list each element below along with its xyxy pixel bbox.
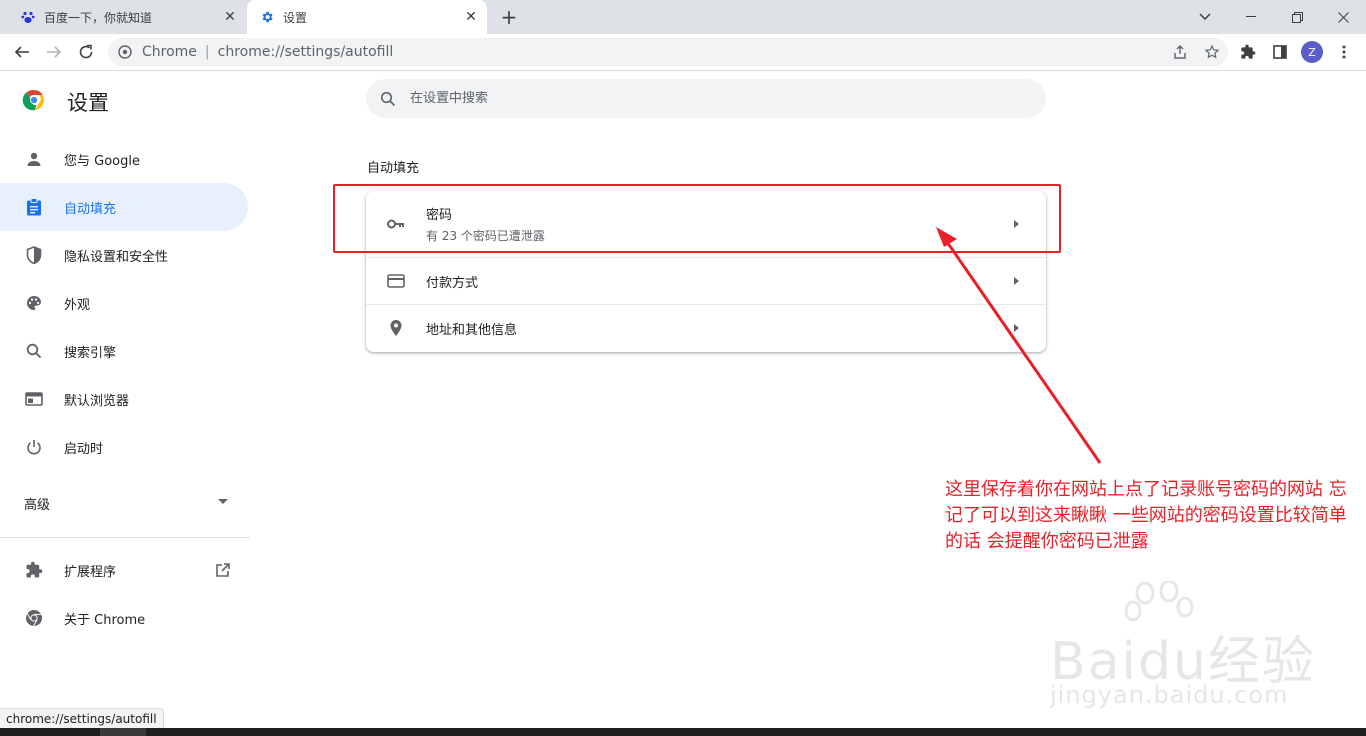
chrome-outline-icon xyxy=(24,608,44,628)
tab-settings[interactable]: 设置 ✕ xyxy=(247,0,487,34)
sidebar-item-privacy[interactable]: 隐私设置和安全性 xyxy=(0,231,248,279)
shield-icon xyxy=(24,245,44,265)
open-in-new-icon xyxy=(214,561,232,579)
forward-icon[interactable] xyxy=(40,38,68,66)
row-addresses[interactable]: 地址和其他信息 xyxy=(366,305,1046,351)
back-icon[interactable] xyxy=(8,38,36,66)
baidu-paw-icon xyxy=(20,9,36,25)
sidebar-item-label: 隐私设置和安全性 xyxy=(64,249,169,265)
settings-search[interactable] xyxy=(366,79,1046,118)
avatar: Z xyxy=(1301,41,1323,63)
close-tab-icon[interactable]: ✕ xyxy=(461,7,481,27)
search-input[interactable] xyxy=(410,91,1010,106)
baidu-jingyan-watermark: Baidu经验 jingyan.baidu.com xyxy=(1040,581,1340,711)
row-title: 付款方式 xyxy=(426,275,479,291)
extensions-puzzle-icon xyxy=(24,560,44,580)
divider xyxy=(0,537,250,538)
section-title: 自动填充 xyxy=(367,161,420,176)
annotation-highlight-box xyxy=(333,184,1061,253)
row-payment-methods[interactable]: 付款方式 xyxy=(366,258,1046,304)
sidebar-item-extensions[interactable]: 扩展程序 xyxy=(0,546,248,594)
sidebar-item-search-engine[interactable]: 搜索引擎 xyxy=(0,327,248,375)
chrome-page-icon xyxy=(118,44,134,60)
menu-kebab-icon[interactable] xyxy=(1330,38,1358,66)
tab-strip: 百度一下，你就知道 ✕ 设置 ✕ + xyxy=(0,0,1366,34)
location-pin-icon xyxy=(386,318,406,338)
sidebar-item-default-browser[interactable]: 默认浏览器 xyxy=(0,375,248,423)
search-icon xyxy=(24,341,44,361)
sidebar-item-label: 自动填充 xyxy=(64,201,117,217)
watermark-sub: jingyan.baidu.com xyxy=(1050,681,1289,709)
tab-search-chevron-icon[interactable] xyxy=(1182,0,1228,34)
sidebar-item-label: 默认浏览器 xyxy=(64,393,130,409)
palette-icon xyxy=(24,293,44,313)
profile-avatar[interactable]: Z xyxy=(1298,38,1326,66)
status-bubble: chrome://settings/autofill xyxy=(0,708,164,730)
row-title: 地址和其他信息 xyxy=(426,322,518,338)
close-icon[interactable] xyxy=(1320,0,1366,34)
extensions-puzzle-icon[interactable] xyxy=(1234,38,1262,66)
sidebar-item-on-startup[interactable]: 启动时 xyxy=(0,423,248,471)
sidebar-item-autofill[interactable]: 自动填充 xyxy=(0,183,248,231)
reload-icon[interactable] xyxy=(72,38,100,66)
tab-title: 设置 xyxy=(283,10,308,25)
page-title: 设置 xyxy=(67,91,109,115)
address-bar[interactable]: Chrome | chrome://settings/autofill xyxy=(108,38,1228,66)
credit-card-icon xyxy=(386,271,406,291)
sidebar-item-label: 您与 Google xyxy=(64,153,140,169)
taskbar-button[interactable] xyxy=(100,728,146,736)
arrow-right-icon xyxy=(1014,277,1019,285)
sidebar-item-label: 外观 xyxy=(64,297,91,313)
tab-baidu[interactable]: 百度一下，你就知道 ✕ xyxy=(8,0,246,34)
url-text: chrome://settings/autofill xyxy=(217,44,394,60)
power-icon xyxy=(24,437,44,457)
side-panel-icon[interactable] xyxy=(1266,38,1294,66)
sidebar-item-label: 启动时 xyxy=(64,441,104,457)
minimize-icon[interactable] xyxy=(1228,0,1274,34)
browser-icon xyxy=(24,389,44,409)
sidebar-item-appearance[interactable]: 外观 xyxy=(0,279,248,327)
restore-icon[interactable] xyxy=(1274,0,1320,34)
settings-sidebar: 您与 Google 自动填充 隐私设置和安全性 外观 搜索引擎 默认浏览器 启动… xyxy=(0,135,250,642)
toolbar: Chrome | chrome://settings/autofill Z xyxy=(0,34,1366,71)
bookmark-star-icon[interactable] xyxy=(1196,38,1228,66)
sidebar-advanced-toggle[interactable]: 高级 xyxy=(0,479,248,527)
divider: | xyxy=(204,44,210,60)
sidebar-item-label: 关于 Chrome xyxy=(64,612,146,628)
settings-page: 设置 您与 Google 自动填充 隐私设置和安全性 xyxy=(0,71,1366,728)
tab-title: 百度一下，你就知道 xyxy=(44,10,153,25)
share-icon[interactable] xyxy=(1164,38,1196,66)
assignment-icon xyxy=(24,197,44,217)
site-chip: Chrome xyxy=(142,44,197,60)
close-tab-icon[interactable]: ✕ xyxy=(220,7,240,27)
taskbar xyxy=(0,728,1366,736)
search-icon xyxy=(378,89,398,109)
new-tab-icon[interactable]: + xyxy=(498,5,520,29)
gear-icon xyxy=(259,9,275,25)
sidebar-item-label: 扩展程序 xyxy=(64,564,117,580)
caret-down-icon xyxy=(218,499,228,504)
chrome-logo-icon xyxy=(22,88,44,111)
annotation-text: 这里保存着你在网站上点了记录账号密码的网站 忘记了可以到这来瞅瞅 一些网站的密码… xyxy=(945,479,1347,552)
arrow-right-icon xyxy=(1014,324,1019,332)
sidebar-item-label: 高级 xyxy=(24,497,51,513)
sidebar-item-label: 搜索引擎 xyxy=(64,345,117,361)
sidebar-item-you-and-google[interactable]: 您与 Google xyxy=(0,135,248,183)
sidebar-item-about-chrome[interactable]: 关于 Chrome xyxy=(0,594,248,642)
person-icon xyxy=(24,149,44,169)
